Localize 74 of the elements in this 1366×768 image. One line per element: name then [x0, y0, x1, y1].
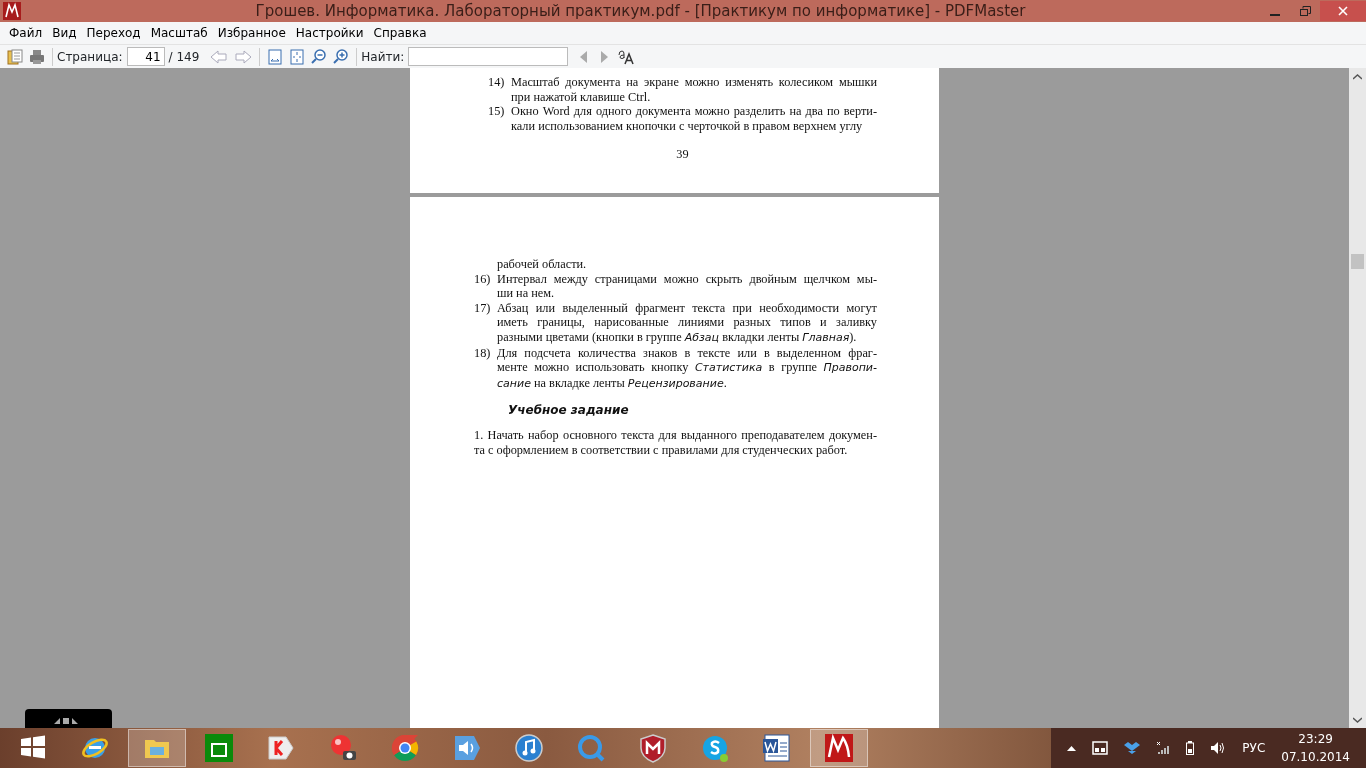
item-number: 15) — [488, 104, 506, 121]
open-button[interactable] — [4, 46, 26, 67]
page-number-field[interactable]: 41 — [126, 47, 165, 66]
shield-icon — [638, 733, 668, 763]
fit-page-icon — [289, 48, 306, 65]
item-number: 18) — [474, 345, 492, 362]
print-icon — [29, 48, 45, 65]
menu-item[interactable]: Справка — [368, 22, 432, 44]
item-number: 16) — [474, 271, 492, 288]
minimize-icon — [1270, 14, 1280, 16]
window-tray-icon[interactable] — [1092, 741, 1109, 755]
signal-icon[interactable] — [1156, 741, 1171, 755]
text-line: Интервал между страницами можно скрыть двойным щелчком мы- — [497, 271, 877, 287]
menu-item[interactable]: Вид — [47, 22, 82, 44]
search-field[interactable] — [408, 47, 569, 66]
language-indicator[interactable]: РУС — [1242, 739, 1266, 757]
text-line: кали использованием кнопочки с черточкой в правом верхнем углу — [511, 118, 864, 134]
music-note-icon — [514, 733, 544, 763]
scroll-thumb[interactable] — [1351, 254, 1364, 269]
letter-tag-icon — [266, 733, 296, 763]
volume-icon[interactable] — [1210, 741, 1227, 755]
menu-item[interactable]: Масштаб — [145, 22, 213, 44]
forward-icon — [234, 48, 253, 65]
page-label: Страница: — [57, 48, 123, 66]
m-logo-icon — [824, 733, 854, 763]
text-line: менте можно использовать кнопку Статистика в группе Правопи- — [497, 360, 877, 376]
back-icon — [210, 48, 229, 65]
text-line: сание на вкладке ленты Рецензирование. — [497, 375, 728, 392]
text-line: Окно Word для одного документа можно разделить на два по верти- — [511, 104, 877, 119]
text-size-icon — [617, 48, 636, 65]
text-line: иметь границы, нарисованные линиями разных типов и заливку — [497, 315, 877, 330]
clock-time[interactable]: 23:29 — [1298, 730, 1333, 748]
show-hidden-icons-icon[interactable] — [1067, 745, 1077, 751]
app-logo-icon — [3, 2, 21, 20]
floating-panel-tab[interactable] — [25, 709, 112, 728]
text-line: Масштаб документа на экране можно изменять колесиком мышки — [511, 75, 877, 90]
find-label: Найти: — [361, 48, 405, 66]
close-icon — [1338, 6, 1348, 16]
chrome-circle-icon — [390, 733, 420, 763]
zoom-out-icon — [311, 48, 328, 65]
open-icon — [7, 48, 23, 65]
clock-date[interactable]: 07.10.2014 — [1281, 748, 1350, 766]
ball-camera-icon — [328, 733, 358, 763]
text-line: рабочей области. — [497, 257, 588, 272]
section-heading: Учебное задание — [508, 403, 630, 418]
menu-item[interactable]: Настройки — [290, 22, 369, 44]
window-title: Грошев. Информатика. Лабораторный практикум.pdf - [Практикум по информатике] - PDFMaster — [255, 2, 1026, 20]
item-number: 14) — [488, 75, 506, 92]
menu-item[interactable]: Файл — [4, 22, 48, 44]
close-button[interactable] — [1320, 1, 1366, 21]
menu-item[interactable]: Переход — [81, 22, 146, 44]
page-number: 39 — [675, 147, 690, 162]
text-line: при нажатой клавише Ctrl. — [511, 89, 652, 105]
q-circle-icon — [576, 733, 606, 763]
scrollbar[interactable] — [1349, 68, 1366, 728]
battery-icon[interactable] — [1186, 741, 1195, 755]
menu-item[interactable]: Избранное — [212, 22, 291, 44]
zoom-in-icon — [333, 48, 350, 65]
text-line: 1. Начать набор основного текста для выданного преподавателем докумен- — [474, 427, 877, 443]
text-line: та с оформлением в соответствии с правилами для студенческих работ. — [474, 442, 849, 458]
text-line: Абзац или выделенный фрагмент текста при необходимости могут — [497, 300, 877, 316]
item-number: 17) — [474, 300, 492, 317]
scroll-up-icon[interactable] — [1353, 74, 1362, 80]
skype-s-icon — [700, 733, 730, 763]
scroll-down-icon[interactable] — [1353, 717, 1362, 723]
fit-width-icon — [267, 48, 284, 65]
document-w-icon — [762, 733, 792, 763]
text-line: Для подсчета количества знаков в тексте или в выделенном фраг- — [497, 345, 877, 361]
taskbar-app-button[interactable] — [810, 729, 868, 767]
text-line: ши на нем. — [497, 286, 556, 301]
restore-icon — [1299, 6, 1311, 16]
speaker-icon — [452, 733, 482, 763]
text-line: разными цветами (кнопки в группе Абзац вкладки ленты Главная). — [497, 329, 858, 346]
page-total: / 149 — [168, 48, 200, 66]
